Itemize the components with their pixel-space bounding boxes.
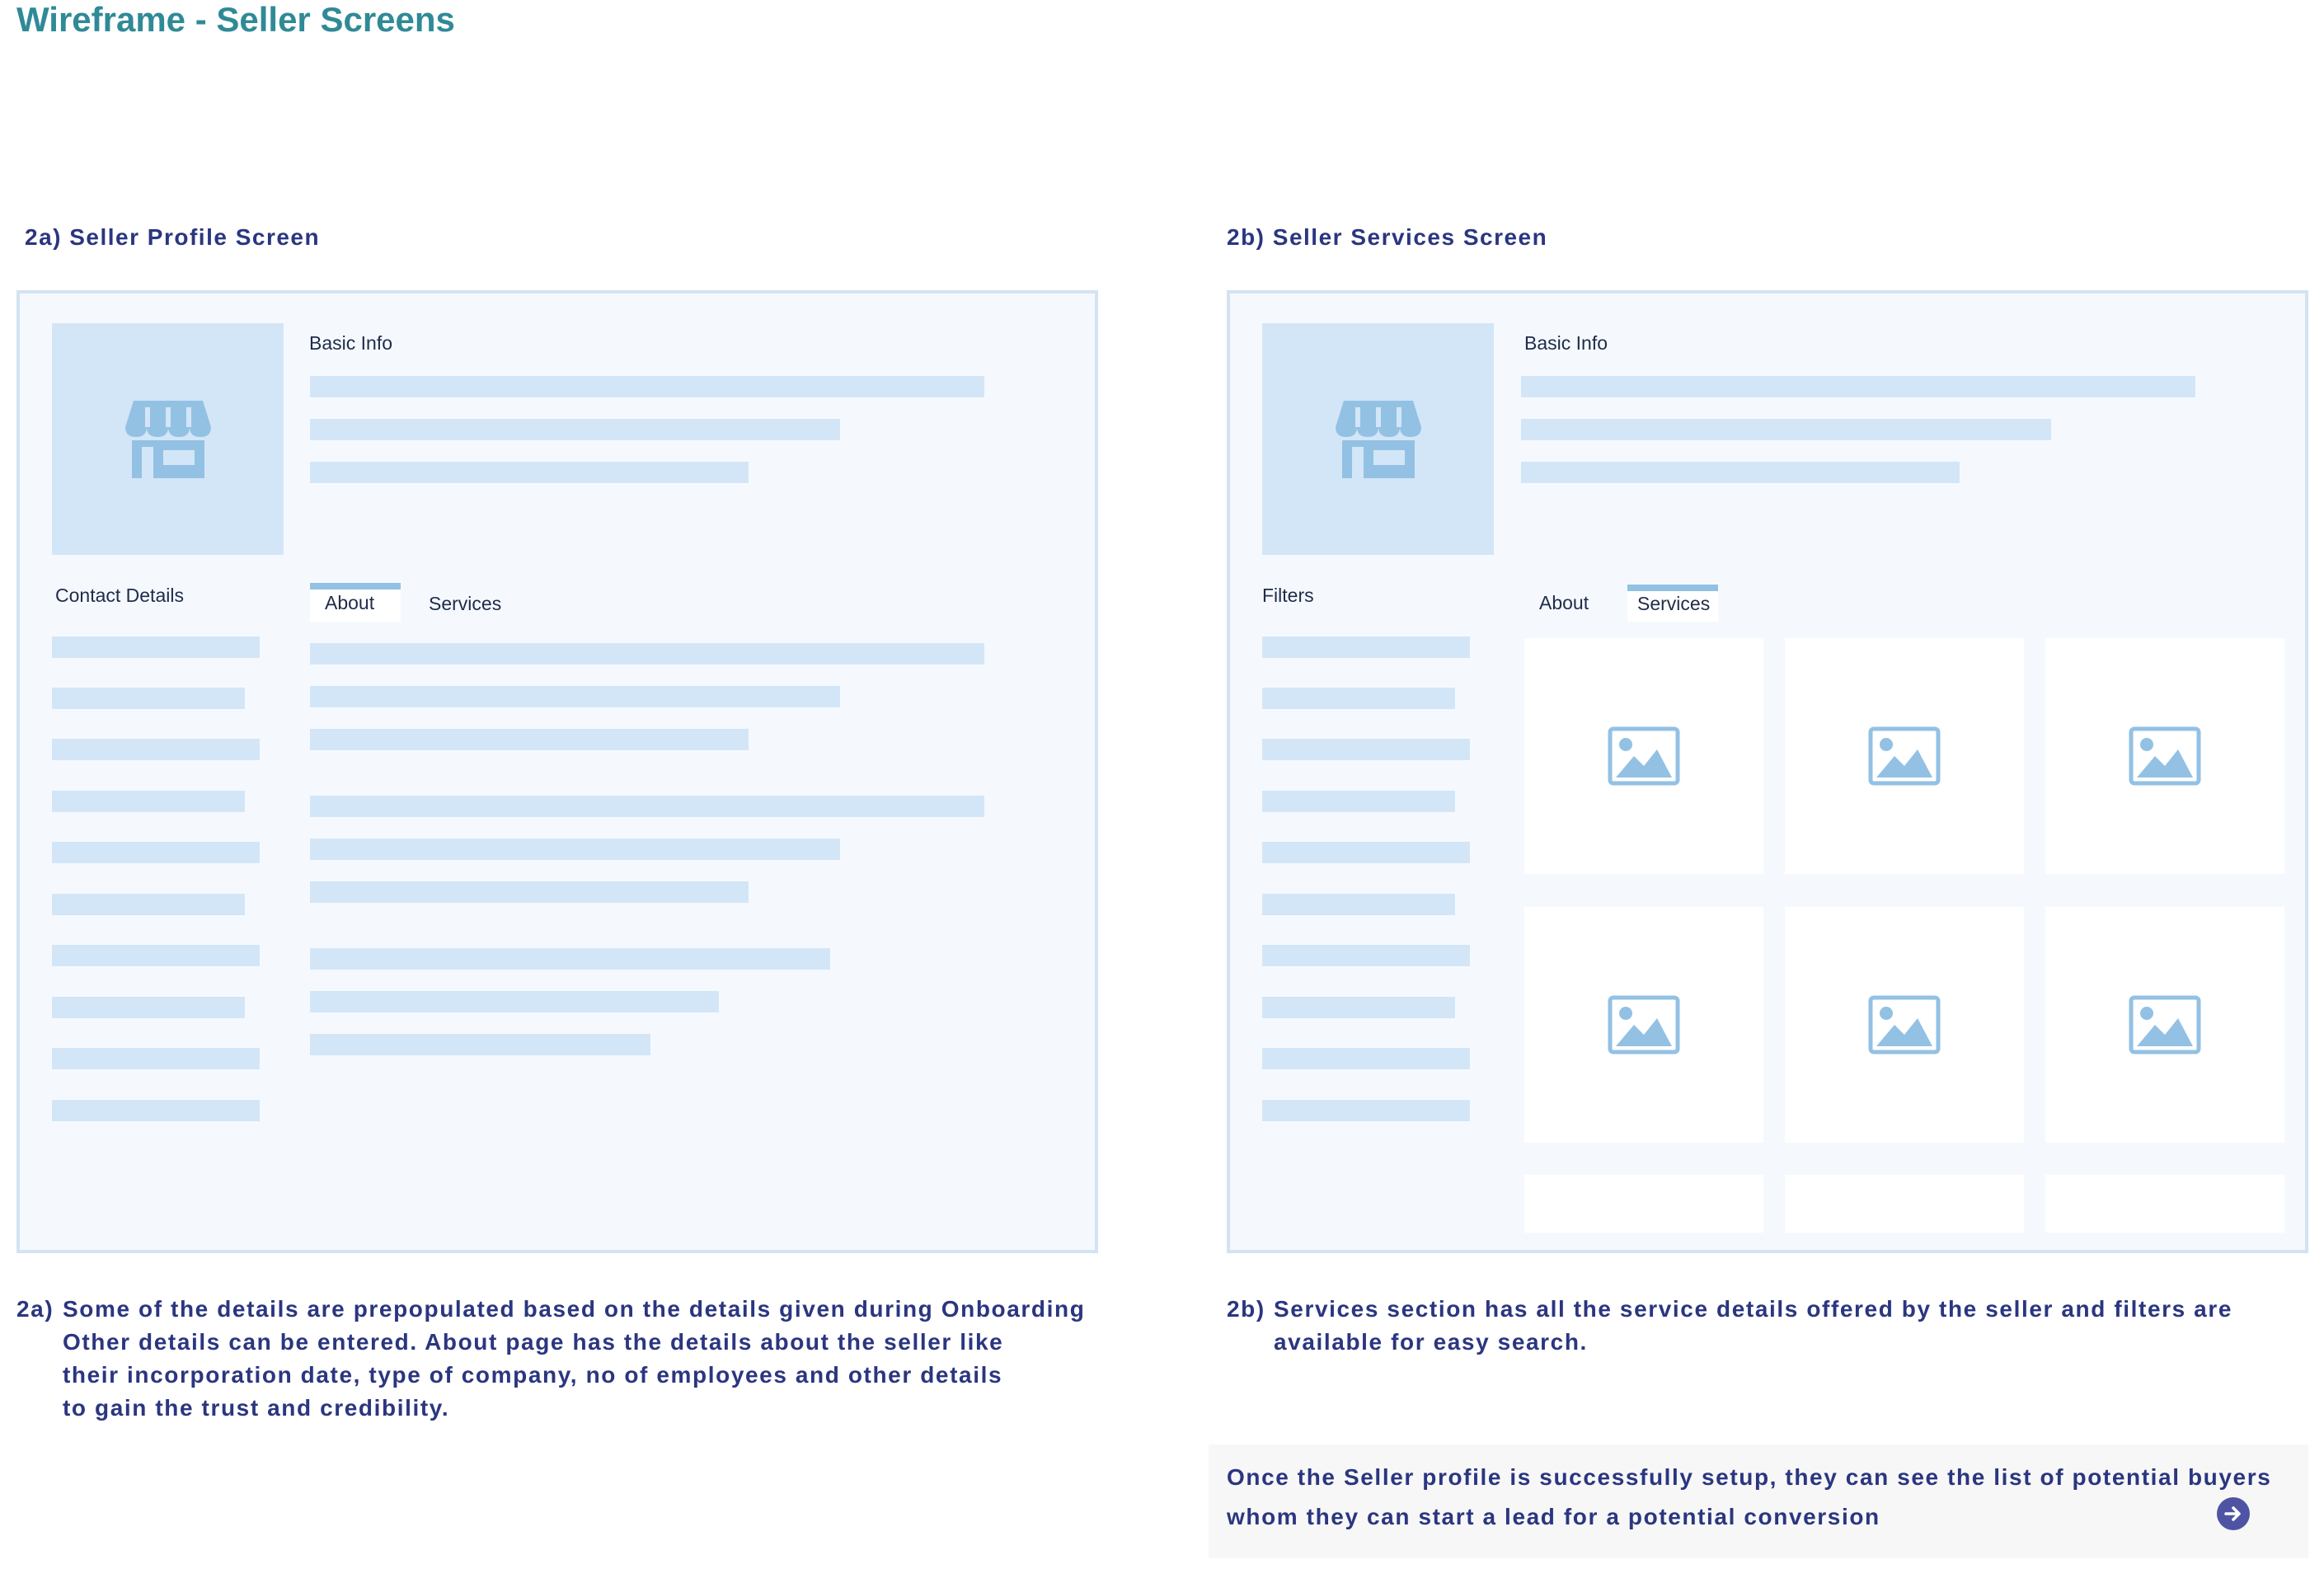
contact-detail-line	[52, 842, 260, 863]
tab-active-indicator	[1627, 585, 1718, 591]
filter-line[interactable]	[1262, 688, 1455, 709]
service-card[interactable]	[1785, 907, 2024, 1143]
filter-line[interactable]	[1262, 842, 1470, 863]
about-content-line	[310, 881, 749, 903]
seller-services-description-line: Services section has all the service det…	[1274, 1296, 2233, 1322]
image-placeholder-icon	[1608, 995, 1680, 1055]
tab-services[interactable]: Services	[1637, 592, 1710, 615]
service-card[interactable]	[2045, 638, 2284, 874]
contact-detail-line	[52, 945, 260, 966]
contact-detail-line	[52, 791, 245, 812]
tab-about[interactable]: About	[1539, 591, 1589, 614]
service-card-partial[interactable]	[1785, 1175, 2024, 1233]
contact-details-label: Contact Details	[55, 585, 184, 606]
section-title-seller-profile: 2a) Seller Profile Screen	[25, 224, 321, 250]
arrow-right-circle-icon[interactable]	[2217, 1497, 2250, 1530]
filter-line[interactable]	[1262, 636, 1470, 658]
store-thumbnail	[1262, 323, 1494, 555]
tab-services[interactable]: Services	[429, 592, 501, 615]
image-placeholder-icon	[2129, 995, 2201, 1055]
filter-line[interactable]	[1262, 1100, 1470, 1121]
seller-profile-description-prefix: 2a)	[16, 1296, 54, 1322]
about-content-line	[310, 948, 830, 970]
contact-detail-line	[52, 688, 245, 709]
store-icon	[1335, 400, 1421, 478]
service-card[interactable]	[1785, 638, 2024, 874]
basic-info-line	[310, 462, 749, 483]
filters-label: Filters	[1262, 585, 1314, 606]
seller-services-description-line: available for easy search.	[1274, 1329, 1588, 1355]
about-content-line	[310, 796, 984, 817]
store-icon	[124, 400, 211, 478]
image-placeholder-icon	[2129, 726, 2201, 786]
image-placeholder-icon	[1868, 995, 1941, 1055]
next-step-note-line: Once the Seller profile is successfully …	[1227, 1464, 2272, 1490]
contact-detail-line	[52, 1048, 260, 1069]
tab-active-indicator	[310, 583, 401, 590]
about-content-line	[310, 838, 840, 860]
image-placeholder-icon	[1868, 726, 1941, 786]
next-step-note-line: whom they can start a lead for a potenti…	[1227, 1504, 1880, 1529]
contact-detail-line	[52, 1100, 260, 1121]
contact-detail-line	[52, 739, 260, 760]
filter-line[interactable]	[1262, 739, 1470, 760]
filter-line[interactable]	[1262, 791, 1455, 812]
basic-info-line	[1521, 376, 2195, 397]
seller-profile-description-line: their incorporation date, type of compan…	[63, 1362, 1003, 1388]
seller-profile-description-line: Some of the details are prepopulated bas…	[63, 1296, 1086, 1322]
about-content-line	[310, 1034, 650, 1055]
filter-line[interactable]	[1262, 945, 1470, 966]
basic-info-line	[1521, 462, 1960, 483]
section-title-seller-services: 2b) Seller Services Screen	[1227, 224, 1548, 250]
contact-detail-line	[52, 894, 245, 915]
basic-info-line	[1521, 419, 2051, 440]
service-card-partial[interactable]	[1524, 1175, 1763, 1233]
contact-detail-line	[52, 636, 260, 658]
about-content-line	[310, 729, 749, 750]
store-thumbnail	[52, 323, 284, 555]
service-card[interactable]	[1524, 638, 1763, 874]
filter-line[interactable]	[1262, 894, 1455, 915]
about-content-line	[310, 643, 984, 665]
arrow-right-icon	[2224, 1506, 2241, 1521]
service-card[interactable]	[2045, 907, 2284, 1143]
seller-profile-description-line: Other details can be entered. About page…	[63, 1329, 1004, 1355]
basic-info-line	[310, 419, 840, 440]
basic-info-line	[310, 376, 984, 397]
filter-line[interactable]	[1262, 997, 1455, 1018]
tab-about[interactable]: About	[325, 591, 374, 614]
page-title: Wireframe - Seller Screens	[16, 0, 455, 39]
contact-detail-line	[52, 997, 245, 1018]
seller-services-description-prefix: 2b)	[1227, 1296, 1265, 1322]
service-card[interactable]	[1524, 907, 1763, 1143]
service-card-partial[interactable]	[2045, 1175, 2284, 1233]
seller-profile-description-line: to gain the trust and credibility.	[63, 1395, 450, 1421]
about-content-line	[310, 686, 840, 707]
about-content-line	[310, 991, 719, 1012]
basic-info-label: Basic Info	[1524, 332, 1608, 354]
image-placeholder-icon	[1608, 726, 1680, 786]
basic-info-label: Basic Info	[309, 332, 392, 354]
filter-line[interactable]	[1262, 1048, 1470, 1069]
